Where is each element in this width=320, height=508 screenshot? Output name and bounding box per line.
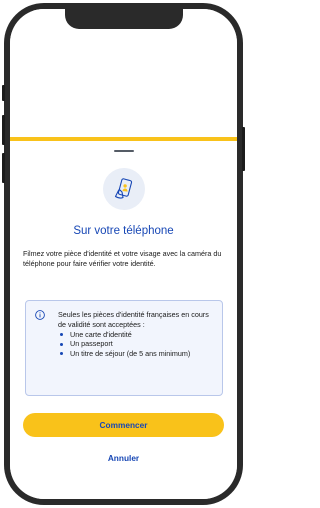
start-button[interactable]: Commencer [23, 413, 224, 437]
sheet-grabber-handle[interactable] [113, 150, 134, 152]
info-text: Seules les pièces d'identité françaises … [58, 310, 216, 359]
phone-notch [64, 9, 183, 29]
list-item-label: Une carte d'identité [70, 329, 132, 339]
list-item-label: Un passeport [70, 339, 113, 349]
sheet-title: Sur votre téléphone [73, 225, 174, 237]
bullet-icon [60, 352, 63, 356]
cancel-button[interactable]: Annuler [10, 450, 237, 466]
info-box: Seules les pièces d'identité françaises … [25, 300, 223, 396]
sheet-description: Filmez votre pièce d'identité et votre v… [23, 249, 222, 268]
list-item: Un passeport [58, 339, 216, 349]
list-item-label: Un titre de séjour (de 5 ans minimum) [70, 349, 191, 359]
phone-frame: Sur votre téléphone Filmez votre pièce d… [2, 3, 245, 505]
side-button [2, 153, 5, 183]
phone-screen: Sur votre téléphone Filmez votre pièce d… [10, 9, 237, 499]
accepted-documents-list: Une carte d'identité Un passeport Un tit… [58, 330, 216, 359]
side-button [242, 127, 245, 171]
list-item: Une carte d'identité [58, 330, 216, 340]
side-button [2, 115, 5, 145]
phone-selfie-icon [102, 168, 145, 210]
info-intro: Seules les pièces d'identité françaises … [58, 310, 209, 329]
list-item: Un titre de séjour (de 5 ans minimum) [58, 349, 216, 359]
bullet-icon [60, 332, 63, 336]
bottom-sheet: Sur votre téléphone Filmez votre pièce d… [10, 141, 237, 499]
screen: Sur votre téléphone Filmez votre pièce d… [0, 0, 247, 508]
bullet-icon [60, 342, 63, 346]
info-circle-icon [35, 310, 45, 320]
side-button [2, 85, 5, 101]
